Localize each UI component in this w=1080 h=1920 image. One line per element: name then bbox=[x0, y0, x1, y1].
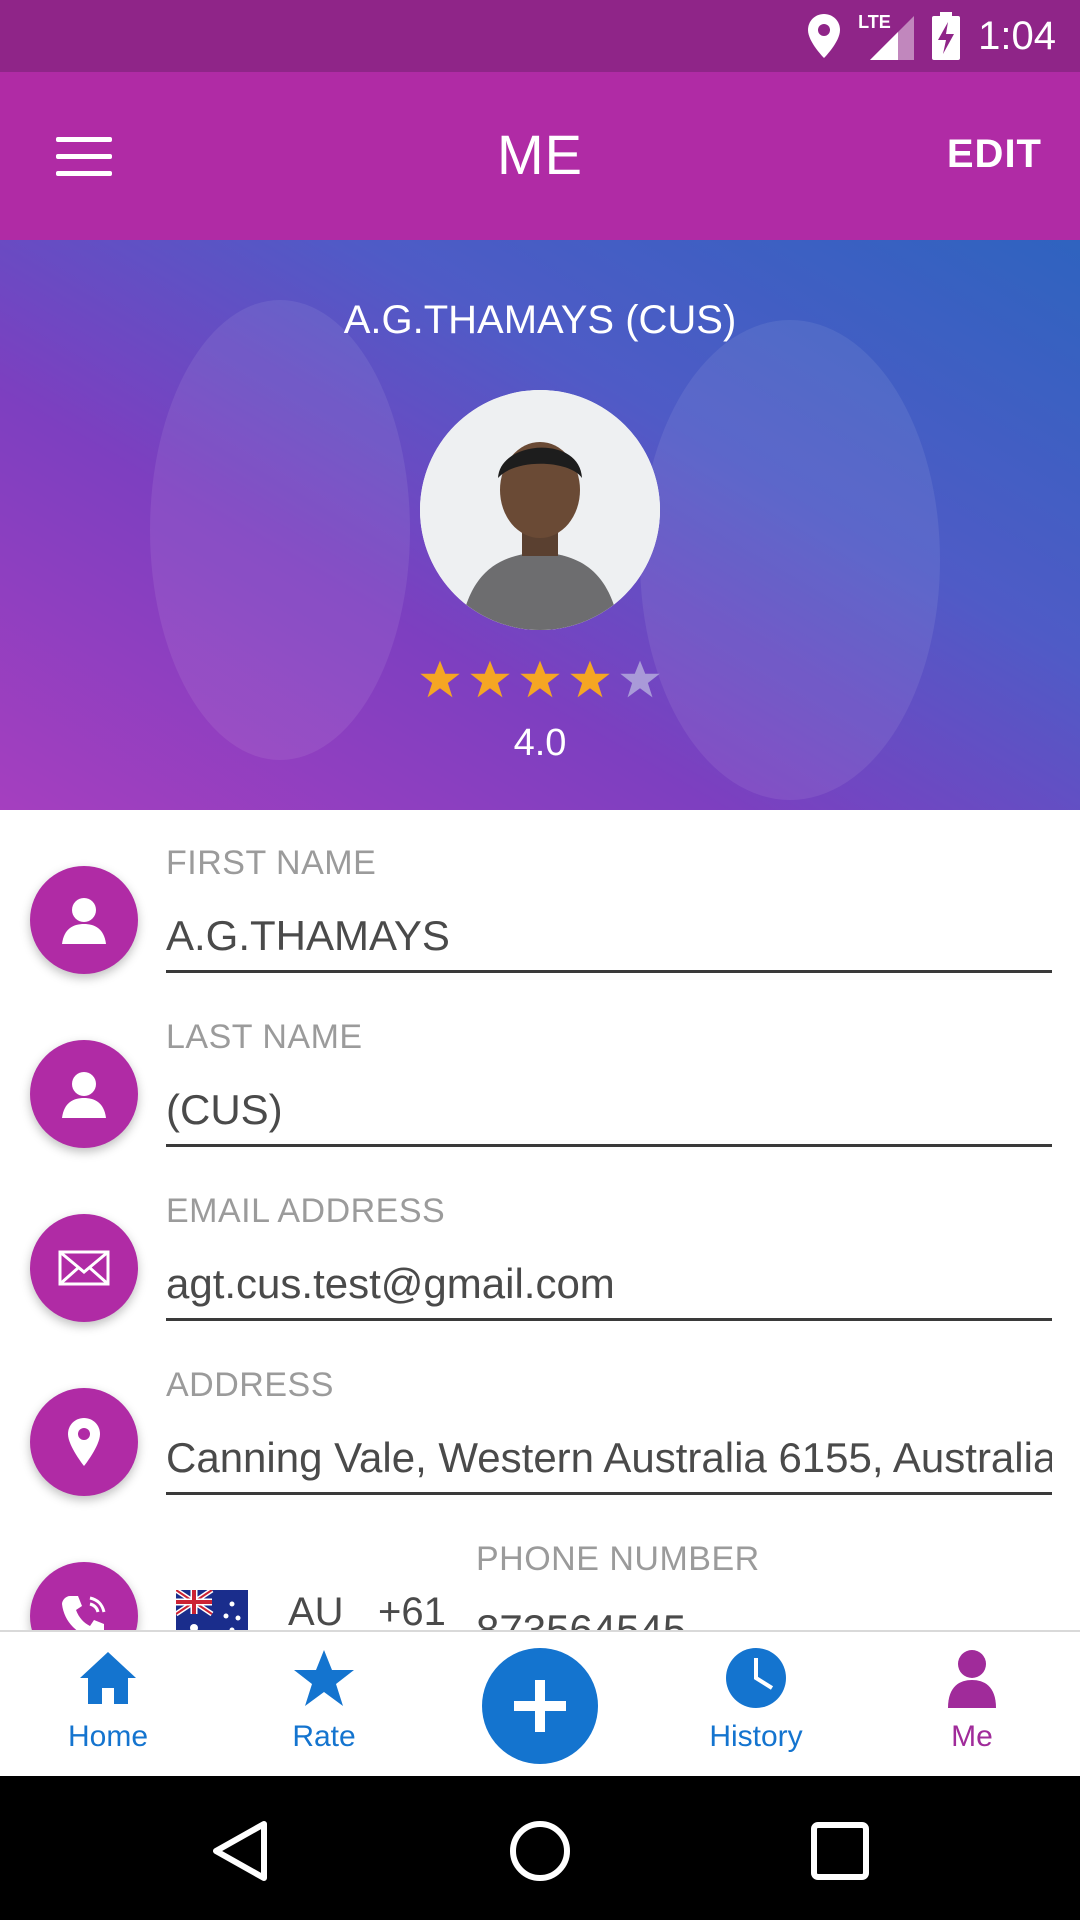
country-code[interactable]: AU bbox=[288, 1590, 344, 1635]
nav-home[interactable]: Home bbox=[8, 1632, 208, 1778]
first-name-row: FIRST NAME A.G.THAMAYS bbox=[0, 840, 1080, 1014]
nav-history[interactable]: History bbox=[656, 1632, 856, 1778]
system-nav-bar bbox=[0, 1776, 1080, 1920]
app-bar: ME EDIT bbox=[0, 72, 1080, 240]
nav-rate[interactable]: Rate bbox=[224, 1632, 424, 1778]
nav-me-label: Me bbox=[951, 1720, 993, 1753]
bottom-nav: Home Rate History Me bbox=[0, 1630, 1080, 1776]
battery-charging-icon bbox=[932, 12, 961, 60]
back-icon[interactable] bbox=[206, 1816, 276, 1886]
address-label: ADDRESS bbox=[166, 1366, 334, 1404]
nav-history-label: History bbox=[709, 1720, 803, 1753]
first-name-label: FIRST NAME bbox=[166, 844, 377, 882]
clock: 1:04 bbox=[978, 13, 1056, 58]
star-filled-icon bbox=[470, 660, 510, 698]
nav-home-label: Home bbox=[67, 1720, 149, 1753]
lte-signal-icon: LTE bbox=[858, 12, 915, 60]
star-filled-icon bbox=[520, 660, 560, 698]
email-label: EMAIL ADDRESS bbox=[166, 1192, 446, 1230]
dial-code: +61 bbox=[378, 1590, 446, 1634]
star-filled-icon bbox=[420, 660, 460, 698]
profile-header: A.G.THAMAYS (CUS) 4.0 bbox=[0, 240, 1080, 810]
person-icon bbox=[30, 1040, 138, 1148]
address-row: ADDRESS Canning Vale, Western Australia … bbox=[0, 1362, 1080, 1536]
rating-stars bbox=[0, 658, 1080, 700]
star-empty-icon bbox=[620, 660, 660, 698]
person-icon bbox=[948, 1650, 996, 1708]
page-title: ME bbox=[497, 123, 583, 186]
home-circle-icon[interactable] bbox=[505, 1816, 575, 1886]
recents-icon[interactable] bbox=[805, 1816, 875, 1886]
last-name-field[interactable]: (CUS) bbox=[166, 1086, 1052, 1147]
star-icon bbox=[294, 1650, 354, 1706]
star-filled-icon bbox=[570, 660, 610, 698]
avatar[interactable] bbox=[420, 390, 660, 630]
nav-rate-label: Rate bbox=[292, 1720, 356, 1753]
mail-icon bbox=[30, 1214, 138, 1322]
person-icon bbox=[30, 866, 138, 974]
add-button[interactable] bbox=[482, 1648, 598, 1764]
profile-name: A.G.THAMAYS (CUS) bbox=[343, 298, 737, 342]
clock-icon bbox=[726, 1648, 786, 1708]
last-name-label: LAST NAME bbox=[166, 1018, 363, 1056]
plus-icon bbox=[514, 1680, 566, 1732]
email-row: EMAIL ADDRESS agt.cus.test@gmail.com bbox=[0, 1188, 1080, 1362]
email-field[interactable]: agt.cus.test@gmail.com bbox=[166, 1260, 1052, 1321]
home-icon bbox=[80, 1652, 136, 1704]
location-icon bbox=[808, 14, 841, 58]
status-bar: LTE 1:04 bbox=[0, 0, 1080, 72]
phone-label: PHONE NUMBER bbox=[476, 1540, 760, 1578]
address-field[interactable]: Canning Vale, Western Australia 6155, Au… bbox=[166, 1434, 1052, 1495]
rating-value: 4.0 bbox=[513, 722, 567, 764]
edit-button[interactable]: EDIT bbox=[947, 132, 1042, 177]
location-pin-icon bbox=[30, 1388, 138, 1496]
nav-me[interactable]: Me bbox=[872, 1632, 1072, 1778]
first-name-field[interactable]: A.G.THAMAYS bbox=[166, 912, 1052, 973]
last-name-row: LAST NAME (CUS) bbox=[0, 1014, 1080, 1188]
